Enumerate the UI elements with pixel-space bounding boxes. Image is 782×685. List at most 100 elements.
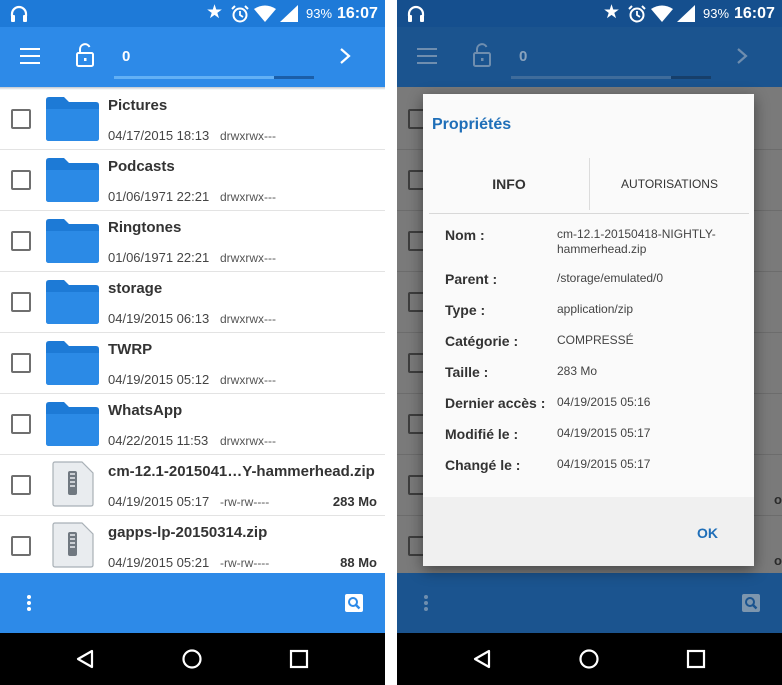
navigation-bar bbox=[0, 633, 385, 685]
property-value: 04/19/2015 05:16 bbox=[557, 395, 651, 409]
chevron-right-icon[interactable] bbox=[339, 47, 351, 65]
file-name: WhatsApp bbox=[108, 402, 183, 419]
wifi-icon bbox=[254, 5, 276, 22]
file-date: 04/19/2015 05:17 bbox=[108, 494, 210, 509]
dialog-footer: OK bbox=[423, 497, 754, 566]
property-value: cm-12.1-20150418-NIGHTLY-hammerhead.zip bbox=[557, 227, 716, 256]
file-permissions: drwxrwx--- bbox=[220, 251, 276, 265]
lock-icon[interactable] bbox=[75, 43, 95, 67]
recents-icon[interactable] bbox=[685, 648, 707, 670]
selection-count: 0 bbox=[519, 48, 528, 65]
row-checkbox[interactable] bbox=[11, 292, 31, 312]
file-permissions: drwxrwx--- bbox=[220, 373, 276, 387]
overflow-menu-icon[interactable] bbox=[27, 595, 31, 611]
back-icon[interactable] bbox=[471, 648, 493, 670]
row-checkbox[interactable] bbox=[11, 109, 31, 129]
tab-info[interactable]: INFO bbox=[429, 156, 589, 214]
tab-permissions[interactable]: AUTORISATIONS bbox=[590, 156, 749, 214]
list-item[interactable]: cm-12.1-2015041…Y-hammerhead.zip 04/19/2… bbox=[0, 455, 385, 516]
property-value: 04/19/2015 05:17 bbox=[557, 426, 651, 440]
list-item[interactable]: gapps-lp-20150314.zip 04/19/2015 05:21 -… bbox=[0, 516, 385, 577]
status-bar: ★ 93% 16:07 bbox=[397, 0, 782, 27]
screenshot-divider bbox=[385, 0, 397, 685]
search-icon[interactable] bbox=[345, 594, 363, 612]
property-value: /storage/emulated/0 bbox=[557, 271, 664, 285]
star-icon: ★ bbox=[603, 2, 621, 23]
file-size: 88 Mo bbox=[340, 555, 377, 570]
row-checkbox[interactable] bbox=[11, 231, 31, 251]
property-label: Changé le : bbox=[445, 457, 521, 473]
signal-icon bbox=[280, 5, 298, 22]
folder-icon bbox=[46, 219, 99, 263]
ok-button[interactable]: OK bbox=[697, 524, 718, 542]
file-date: 01/06/1971 22:21 bbox=[108, 189, 210, 204]
recents-icon[interactable] bbox=[288, 648, 310, 670]
home-icon[interactable] bbox=[181, 648, 203, 670]
folder-icon bbox=[46, 280, 99, 324]
row-checkbox[interactable] bbox=[11, 536, 31, 556]
row-checkbox[interactable] bbox=[11, 353, 31, 373]
clock: 16:07 bbox=[337, 5, 378, 22]
progress-fill bbox=[114, 76, 274, 79]
list-item[interactable]: Podcasts 01/06/1971 22:21 drwxrwx--- bbox=[0, 150, 385, 211]
zip-file-icon bbox=[52, 461, 94, 507]
file-permissions: drwxrwx--- bbox=[220, 190, 276, 204]
battery-percent: 93% bbox=[703, 6, 730, 21]
property-value: 283 Mo bbox=[557, 364, 598, 378]
list-item[interactable]: Pictures 04/17/2015 18:13 drwxrwx--- bbox=[0, 89, 385, 150]
properties-dialog-screen: ★ 93% 16:07 0 o o Propriétés INFO AUTORI… bbox=[397, 0, 782, 685]
file-size-fragment: o bbox=[774, 553, 782, 568]
file-name: TWRP bbox=[108, 341, 153, 358]
selection-count: 0 bbox=[122, 48, 131, 65]
status-bar: ★ 93% 16:07 bbox=[0, 0, 385, 27]
property-label: Type : bbox=[445, 302, 486, 318]
file-date: 04/19/2015 05:12 bbox=[108, 372, 210, 387]
signal-icon bbox=[677, 5, 695, 22]
search-icon bbox=[742, 594, 760, 612]
battery-percent: 93% bbox=[306, 6, 333, 21]
headphones-icon bbox=[407, 5, 425, 22]
properties-dialog: Propriétés INFO AUTORISATIONS Nom : cm-1… bbox=[423, 94, 754, 566]
list-item[interactable]: storage 04/19/2015 06:13 drwxrwx--- bbox=[0, 272, 385, 333]
toolbar-dimmed: 0 bbox=[397, 27, 782, 87]
lock-icon bbox=[473, 43, 491, 67]
back-icon[interactable] bbox=[74, 648, 96, 670]
file-name: cm-12.1-2015041…Y-hammerhead.zip bbox=[108, 463, 375, 480]
bottom-bar-dimmed bbox=[397, 573, 782, 633]
row-checkbox[interactable] bbox=[11, 414, 31, 434]
headphones-icon bbox=[10, 5, 28, 22]
zip-file-icon bbox=[52, 522, 94, 568]
toolbar: 0 bbox=[0, 27, 385, 87]
dialog-title: Propriétés bbox=[432, 116, 512, 133]
folder-icon bbox=[46, 341, 99, 385]
file-name: Ringtones bbox=[108, 219, 182, 236]
dialog-tabs: INFO AUTORISATIONS bbox=[429, 156, 749, 214]
menu-icon[interactable] bbox=[20, 48, 40, 64]
file-size-fragment: o bbox=[774, 492, 782, 507]
list-item[interactable]: Ringtones 01/06/1971 22:21 drwxrwx--- bbox=[0, 211, 385, 272]
list-item[interactable]: WhatsApp 04/22/2015 11:53 drwxrwx--- bbox=[0, 394, 385, 455]
row-checkbox[interactable] bbox=[11, 475, 31, 495]
property-label: Catégorie : bbox=[445, 333, 519, 349]
property-value: COMPRESSÉ bbox=[557, 333, 634, 347]
file-date: 04/19/2015 05:21 bbox=[108, 555, 210, 570]
row-checkbox[interactable] bbox=[11, 170, 31, 190]
progress-bar bbox=[114, 76, 314, 79]
alarm-icon bbox=[628, 5, 646, 23]
wifi-icon bbox=[651, 5, 673, 22]
file-permissions: drwxrwx--- bbox=[220, 434, 276, 448]
file-date: 04/17/2015 18:13 bbox=[108, 128, 210, 143]
folder-icon bbox=[46, 158, 99, 202]
star-icon: ★ bbox=[206, 2, 224, 23]
file-permissions: -rw-rw---- bbox=[220, 495, 270, 509]
file-size: 283 Mo bbox=[332, 494, 377, 509]
home-icon[interactable] bbox=[578, 648, 600, 670]
file-permissions: -rw-rw---- bbox=[220, 556, 270, 570]
chevron-right-icon bbox=[737, 48, 748, 64]
bottom-bar bbox=[0, 573, 385, 633]
list-item[interactable]: TWRP 04/19/2015 05:12 drwxrwx--- bbox=[0, 333, 385, 394]
property-value: 04/19/2015 05:17 bbox=[557, 457, 651, 471]
file-name: gapps-lp-20150314.zip bbox=[108, 524, 268, 541]
folder-icon bbox=[46, 402, 99, 446]
file-name: Pictures bbox=[108, 97, 168, 114]
